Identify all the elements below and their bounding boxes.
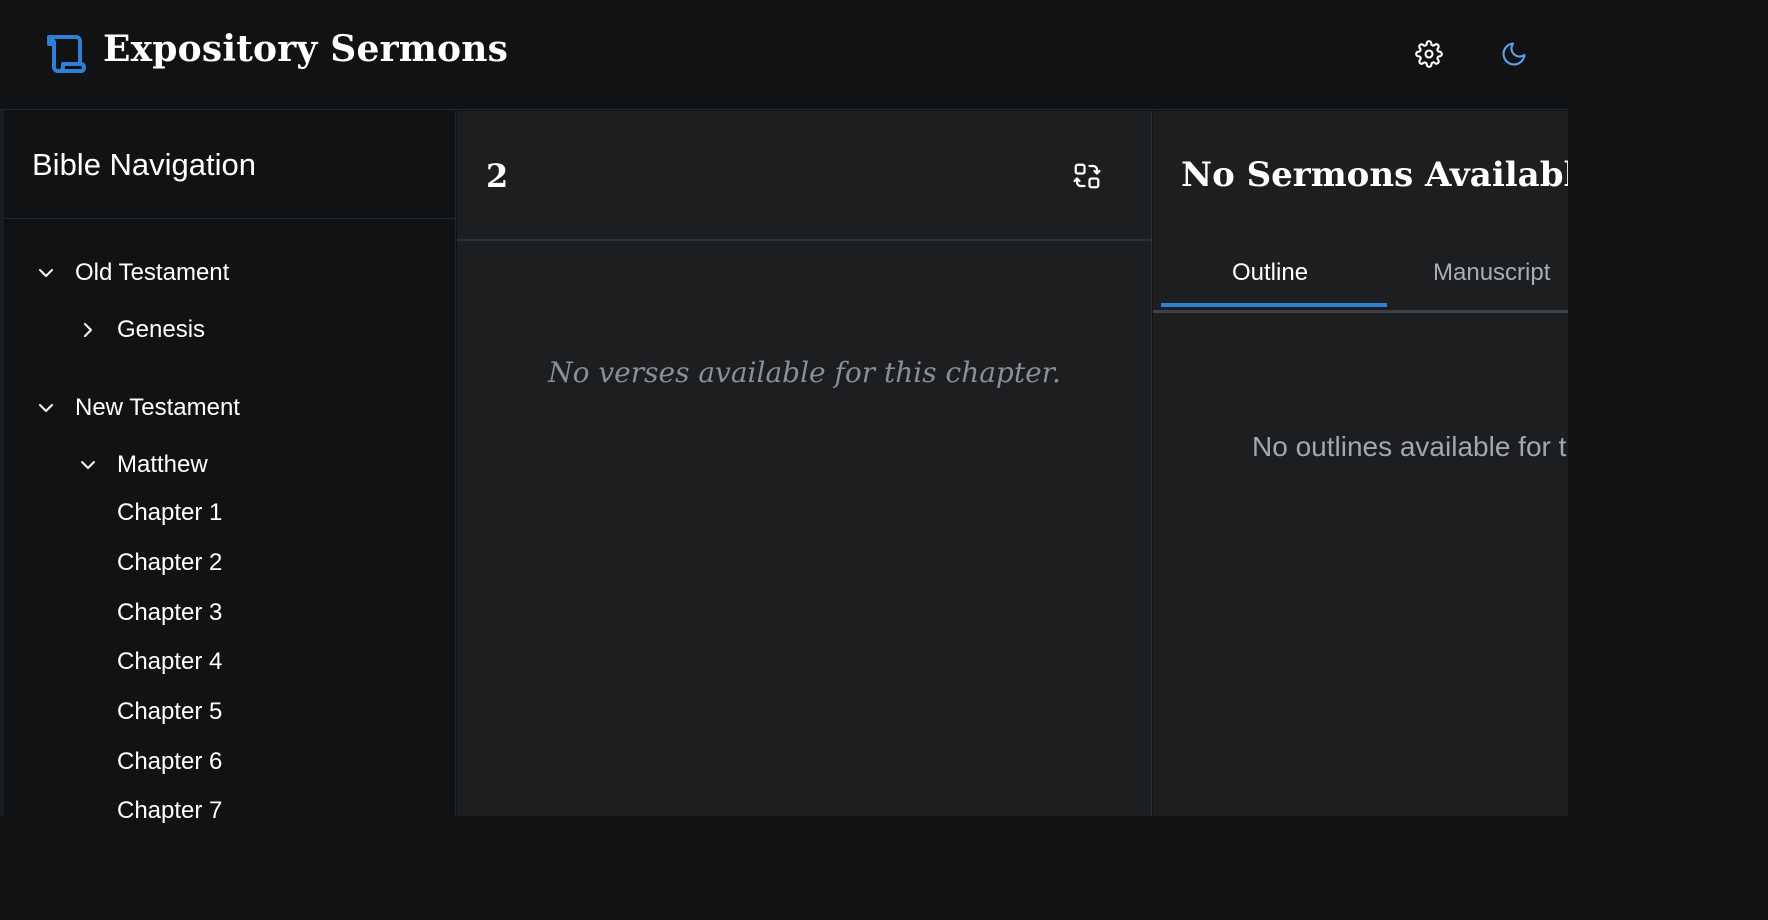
scroll-icon (47, 35, 87, 73)
tree-item-label: Genesis (117, 316, 206, 343)
app-title: Expository Sermons (103, 28, 509, 70)
scripture-panel: 2 No verses available for this chapter. (457, 111, 1152, 816)
tab-manuscript[interactable]: Manuscript (1433, 259, 1550, 287)
settings-button[interactable] (1411, 36, 1447, 72)
tree-item-label: Matthew (117, 451, 208, 478)
chapter-item-4[interactable]: Chapter 4 (117, 648, 222, 676)
chevron-down-icon (81, 461, 95, 469)
sermon-panel: No Sermons Available Outline Manuscript … (1153, 111, 1568, 816)
tree-item-old-testament[interactable]: Old Testament (36, 259, 229, 287)
chapter-item-3[interactable]: Chapter 3 (117, 599, 222, 627)
bible-navigation-sidebar: Bible Navigation Old Testament Genesis N… (4, 111, 456, 824)
chapter-item-5[interactable]: Chapter 5 (117, 698, 222, 726)
tree-item-label: New Testament (75, 394, 240, 421)
app-header: Expository Sermons (0, 0, 1568, 110)
sidebar-header: Bible Navigation (4, 111, 455, 219)
moon-icon (1502, 42, 1526, 66)
sermon-title: No Sermons Available (1181, 155, 1568, 195)
chapter-item-1[interactable]: Chapter 1 (117, 499, 222, 527)
chapter-number: 2 (486, 157, 509, 195)
gear-icon (1415, 40, 1443, 68)
chevron-down-icon (39, 269, 53, 277)
sermon-tabs: Outline Manuscript (1153, 251, 1568, 313)
scripture-header: 2 (457, 111, 1151, 241)
tree-item-label: Old Testament (75, 259, 230, 286)
chapter-item-6[interactable]: Chapter 6 (117, 748, 222, 776)
chevron-down-icon (39, 404, 53, 412)
chevron-right-icon (84, 323, 92, 337)
empty-outlines-message: No outlines available for this chapter (1252, 431, 1568, 462)
chapter-item-7[interactable]: Chapter 7 (117, 797, 222, 825)
active-tab-indicator (1161, 303, 1387, 307)
empty-verses-message: No verses available for this chapter. (548, 356, 1061, 389)
chapter-item-2[interactable]: Chapter 2 (117, 549, 222, 577)
compare-button[interactable] (1069, 158, 1105, 194)
tree-item-new-testament[interactable]: New Testament (36, 394, 240, 422)
tab-outline[interactable]: Outline (1232, 259, 1308, 287)
tree-item-matthew[interactable]: Matthew (78, 451, 208, 479)
compare-icon (1073, 163, 1101, 189)
tree-item-genesis[interactable]: Genesis (78, 316, 205, 344)
theme-toggle-button[interactable] (1496, 36, 1532, 72)
sidebar-title: Bible Navigation (32, 146, 257, 182)
